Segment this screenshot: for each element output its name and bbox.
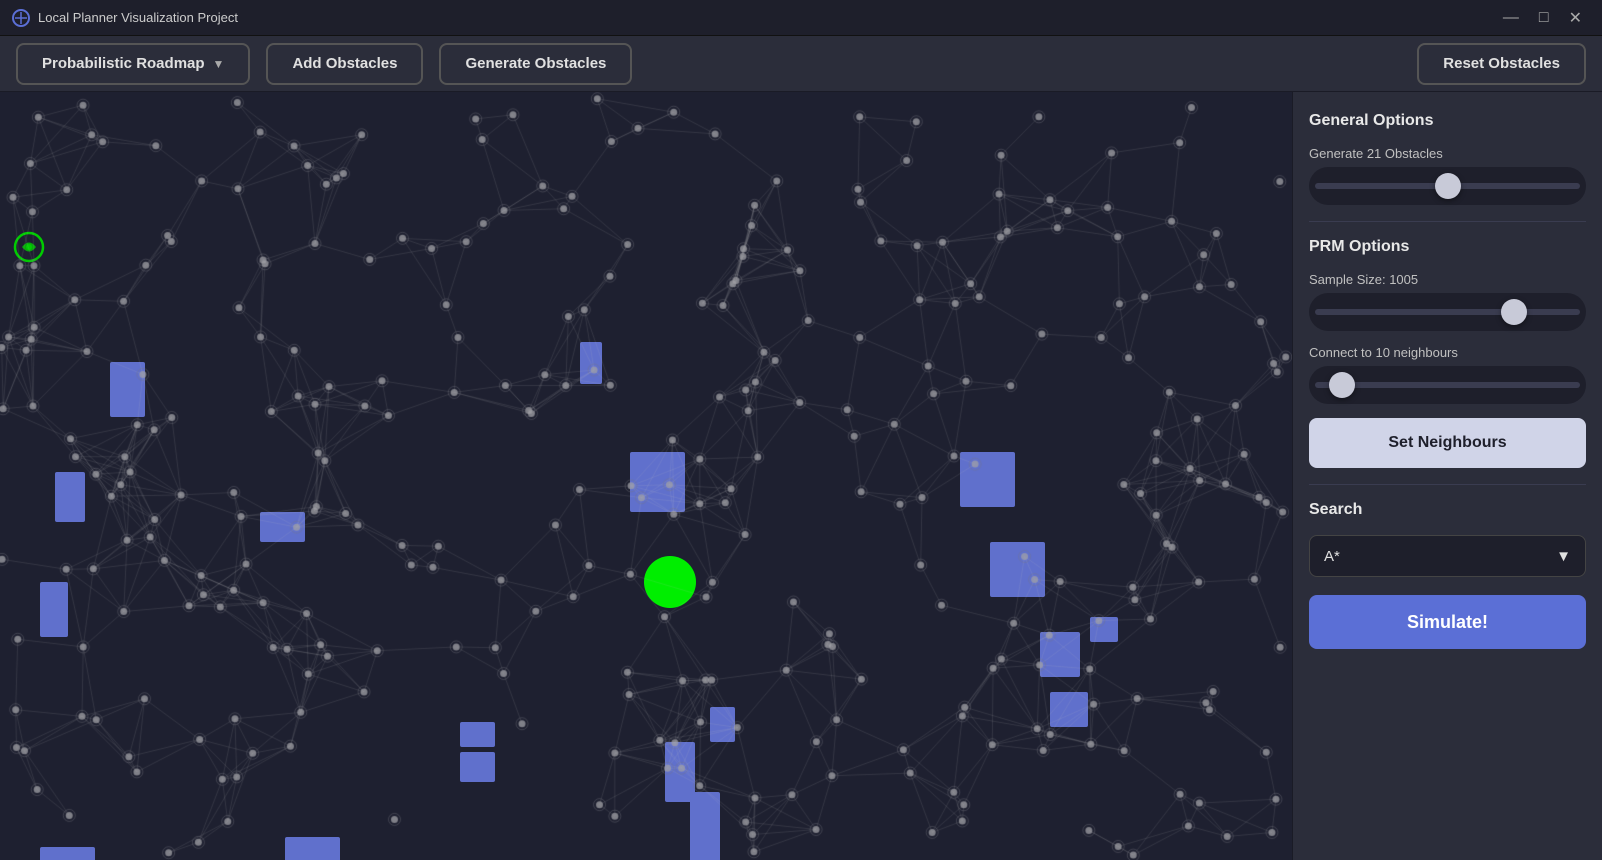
add-obstacles-button[interactable]: Add Obstacles: [266, 43, 423, 85]
generate-obstacles-option: Generate 21 Obstacles: [1309, 146, 1586, 205]
simulate-button[interactable]: Simulate!: [1309, 595, 1586, 649]
general-options-title: General Options: [1309, 112, 1586, 130]
search-dropdown[interactable]: A* ▼: [1309, 535, 1586, 577]
planner-dropdown-arrow: ▼: [213, 57, 225, 71]
divider-2: [1309, 484, 1586, 485]
generate-obstacles-button[interactable]: Generate Obstacles: [439, 43, 632, 85]
generate-obstacles-slider[interactable]: [1309, 167, 1586, 205]
canvas-area[interactable]: [0, 92, 1292, 860]
sample-size-thumb[interactable]: [1501, 299, 1527, 325]
app-icon: [12, 9, 30, 27]
search-dropdown-arrow: ▼: [1556, 548, 1571, 565]
sample-size-label: Sample Size: 1005: [1309, 272, 1586, 287]
neighbours-thumb[interactable]: [1329, 372, 1355, 398]
minimize-button[interactable]: —: [1495, 6, 1527, 30]
app-title: Local Planner Visualization Project: [38, 10, 238, 25]
generate-obstacles-thumb[interactable]: [1435, 173, 1461, 199]
planner-label: Probabilistic Roadmap: [42, 55, 205, 72]
titlebar: Local Planner Visualization Project — □ …: [0, 0, 1602, 36]
maximize-button[interactable]: □: [1531, 6, 1557, 30]
reset-obstacles-button[interactable]: Reset Obstacles: [1417, 43, 1586, 85]
prm-options-section: PRM Options: [1309, 238, 1586, 258]
titlebar-left: Local Planner Visualization Project: [12, 9, 238, 27]
set-neighbours-button[interactable]: Set Neighbours: [1309, 418, 1586, 468]
prm-options-title: PRM Options: [1309, 238, 1586, 256]
search-title: Search: [1309, 501, 1586, 519]
sample-size-track: [1315, 309, 1580, 315]
search-value: A*: [1324, 548, 1340, 565]
close-button[interactable]: ✕: [1561, 6, 1590, 30]
window-controls[interactable]: — □ ✕: [1495, 6, 1590, 30]
generate-obstacles-track: [1315, 183, 1580, 189]
planner-dropdown-button[interactable]: Probabilistic Roadmap ▼: [16, 43, 250, 85]
neighbours-slider[interactable]: [1309, 366, 1586, 404]
divider-1: [1309, 221, 1586, 222]
toolbar: Probabilistic Roadmap ▼ Add Obstacles Ge…: [0, 36, 1602, 92]
main-area: General Options Generate 21 Obstacles PR…: [0, 92, 1602, 860]
general-options-section: General Options: [1309, 112, 1586, 132]
sample-size-option: Sample Size: 1005: [1309, 272, 1586, 331]
generate-obstacles-label: Generate 21 Obstacles: [1309, 146, 1586, 161]
neighbours-option: Connect to 10 neighbours: [1309, 345, 1586, 404]
network-visualization: [0, 92, 1292, 860]
sample-size-slider[interactable]: [1309, 293, 1586, 331]
right-panel: General Options Generate 21 Obstacles PR…: [1292, 92, 1602, 860]
search-section: Search: [1309, 501, 1586, 521]
neighbours-label: Connect to 10 neighbours: [1309, 345, 1586, 360]
neighbours-track: [1315, 382, 1580, 388]
